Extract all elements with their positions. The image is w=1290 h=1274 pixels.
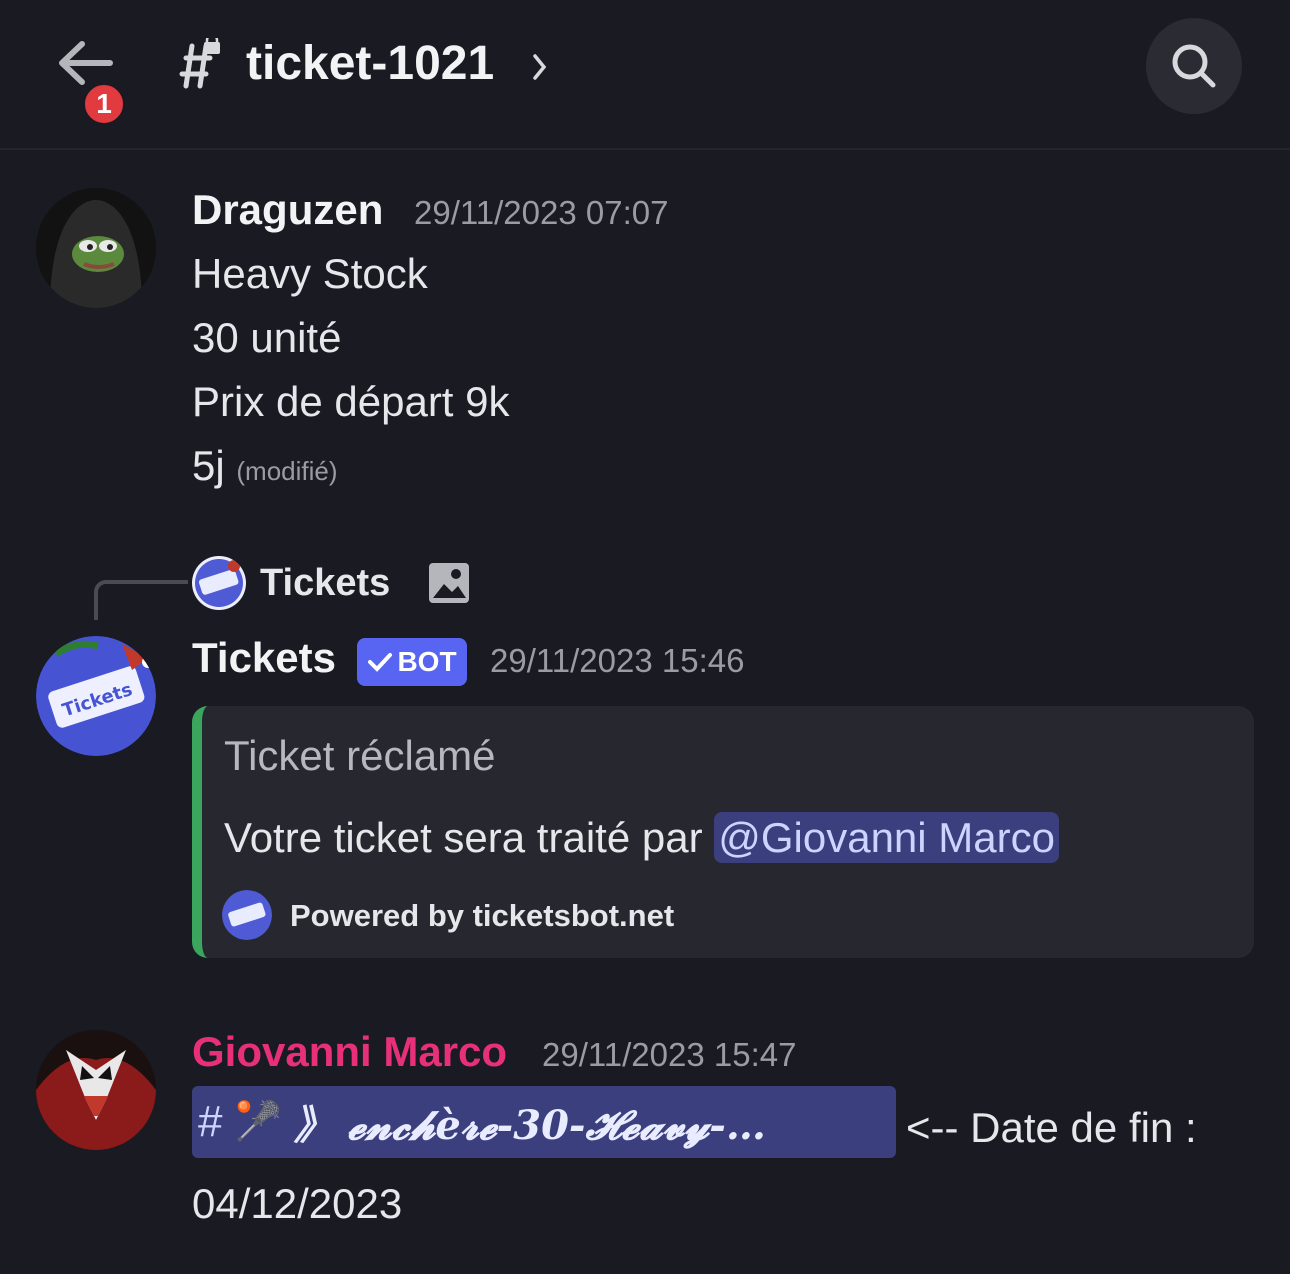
avatar[interactable]: Tickets xyxy=(36,636,156,756)
embed-footer-text: Powered by ticketsbot.net xyxy=(290,898,675,933)
message-author[interactable]: Draguzen xyxy=(192,186,383,234)
bot-tag-label: BOT xyxy=(397,646,457,677)
embed-description-text: Votre ticket sera traité par xyxy=(224,814,715,861)
tickets-logo-icon xyxy=(222,890,272,940)
embed-footer-icon xyxy=(222,890,272,940)
locked-channel-icon xyxy=(179,38,220,89)
message-timestamp: 29/11/2023 15:47 xyxy=(542,1036,797,1073)
channel-title[interactable]: ticket-1021 xyxy=(246,36,494,91)
message-line: <-- Date de fin : xyxy=(906,1104,1197,1151)
message-line: Heavy Stock xyxy=(192,250,428,297)
edited-label: (modifié) xyxy=(236,456,338,486)
message-line: 04/12/2023 xyxy=(192,1180,403,1227)
message-author[interactable]: Giovanni Marco xyxy=(192,1028,507,1076)
message-line: 30 unité xyxy=(192,314,342,361)
image-icon xyxy=(429,563,469,603)
message-line-last: 5j (modifié) xyxy=(192,442,338,490)
carnage-avatar-icon xyxy=(36,1030,156,1150)
bot-tag: BOT xyxy=(357,638,467,686)
back-button[interactable]: 1 xyxy=(48,30,128,128)
tickets-logo-icon xyxy=(192,556,246,610)
chevron-right-icon[interactable] xyxy=(530,50,550,84)
message-line: Prix de départ 9k xyxy=(192,378,510,425)
reply-avatar[interactable] xyxy=(192,556,246,610)
message-timestamp: 29/11/2023 15:46 xyxy=(490,642,745,679)
channel-mention-hash: # xyxy=(198,1097,223,1146)
embed-card: Ticket réclamé Votre ticket sera traité … xyxy=(192,706,1254,958)
search-button[interactable] xyxy=(1146,18,1242,114)
message-timestamp: 29/11/2023 07:07 xyxy=(414,194,669,231)
pepe-hood-avatar-icon xyxy=(36,188,156,308)
channel-mention-name: 》 𝓮𝓷𝓬𝓱è𝓻𝓮-30-𝓗𝓮𝓪𝓿𝔂-… xyxy=(293,1102,766,1149)
lacrosse-icon: 🥍 xyxy=(234,1101,282,1143)
unread-badge: 1 xyxy=(80,80,128,128)
user-mention[interactable]: @Giovanni Marco xyxy=(714,812,1059,863)
checkmark-icon xyxy=(368,653,393,672)
reply-author[interactable]: Tickets xyxy=(260,562,390,605)
avatar[interactable] xyxy=(36,1030,156,1150)
search-icon xyxy=(1172,44,1216,88)
message-line-text: 5j xyxy=(192,442,225,489)
embed-description: Votre ticket sera traité par @Giovanni M… xyxy=(224,812,1059,863)
channel-mention[interactable]: # 🥍 》 𝓮𝓷𝓬𝓱è𝓻𝓮-30-𝓗𝓮𝓪𝓿𝔂-… xyxy=(192,1086,896,1158)
embed-title: Ticket réclamé xyxy=(224,732,496,779)
channel-header: 1 ticket-1021 xyxy=(0,0,1290,150)
reply-connector xyxy=(94,580,188,620)
message-author[interactable]: Tickets xyxy=(192,634,336,682)
avatar[interactable] xyxy=(36,188,156,308)
tickets-bot-avatar-icon: Tickets xyxy=(36,636,156,756)
